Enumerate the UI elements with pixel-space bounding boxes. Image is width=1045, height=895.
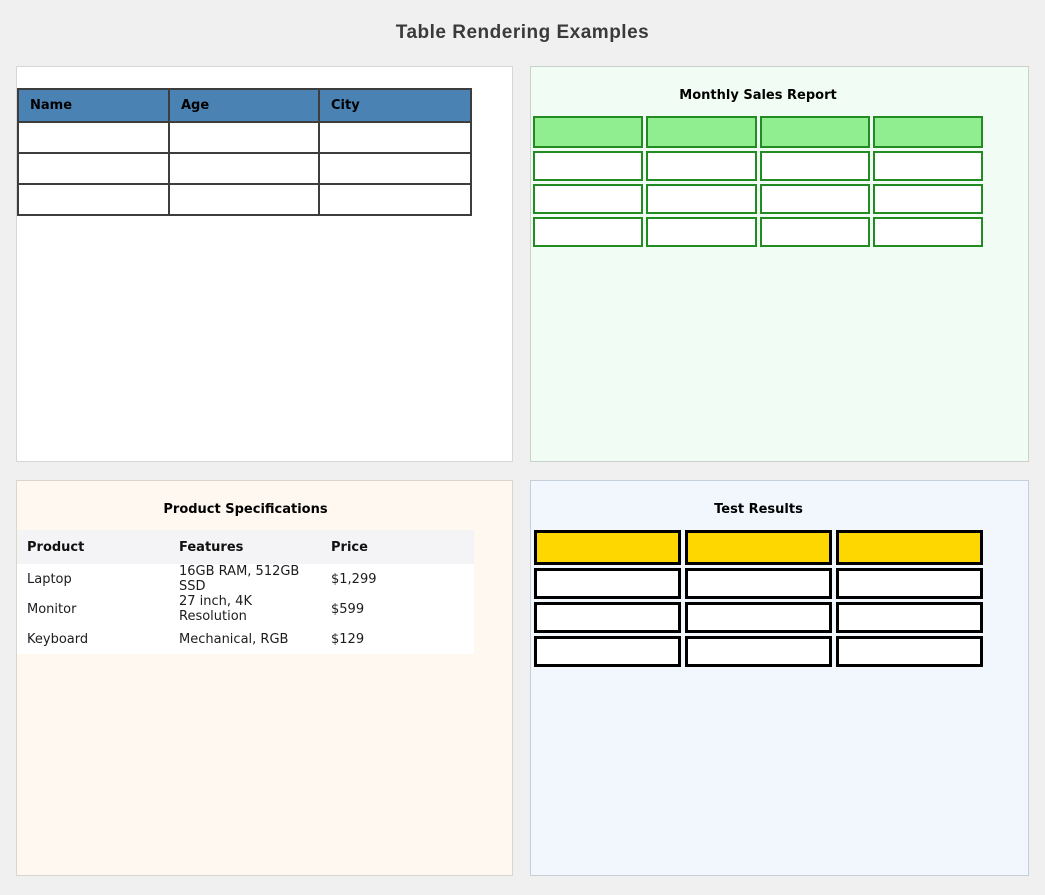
sales-empty-cell: [533, 184, 643, 214]
basic-empty-cell: [319, 122, 471, 153]
sales-empty-cell: [760, 184, 870, 214]
panel-test-results: Test Results: [530, 480, 1029, 876]
basic-empty-cell: [18, 184, 169, 215]
tests-table-wrap: Test Results: [534, 502, 983, 667]
products-title: Product Specifications: [17, 502, 474, 517]
tests-header-cell: [836, 530, 983, 565]
basic-empty-row: [18, 184, 471, 215]
basic-empty-cell: [319, 184, 471, 215]
tests-header-cell: [534, 530, 681, 565]
sales-header-cell: [873, 116, 983, 148]
sales-empty-cell: [646, 217, 756, 247]
tests-title: Test Results: [534, 502, 983, 517]
panel-product-specifications: Product Specifications Product Features …: [16, 480, 513, 876]
tests-empty-cell: [836, 636, 983, 667]
product-price-cell: $1,299: [321, 564, 474, 594]
basic-empty-row: [18, 153, 471, 184]
sales-table: [533, 116, 983, 247]
products-header-price: Price: [321, 530, 474, 564]
panel-basic-table: Name Age City: [16, 66, 513, 462]
products-header-features: Features: [169, 530, 321, 564]
panel-sales-report: Monthly Sales Report: [530, 66, 1029, 462]
tests-empty-cell: [534, 602, 681, 633]
product-price-cell: $129: [321, 624, 474, 654]
products-header-row: Product Features Price: [17, 530, 474, 564]
products-row: Keyboard Mechanical, RGB $129: [17, 624, 474, 654]
basic-empty-cell: [18, 153, 169, 184]
tests-empty-cell: [685, 602, 832, 633]
sales-empty-cell: [646, 151, 756, 181]
basic-empty-cell: [18, 122, 169, 153]
basic-empty-cell: [169, 122, 319, 153]
tests-empty-cell: [836, 602, 983, 633]
basic-empty-cell: [169, 153, 319, 184]
products-table: Product Features Price Laptop 16GB RAM, …: [17, 530, 474, 654]
basic-header-age: Age: [169, 89, 319, 122]
sales-title: Monthly Sales Report: [533, 88, 983, 103]
sales-empty-cell: [646, 184, 756, 214]
basic-table: Name Age City: [17, 88, 472, 216]
tests-empty-cell: [685, 636, 832, 667]
product-features-cell: 16GB RAM, 512GB SSD: [169, 564, 321, 594]
product-price-cell: $599: [321, 594, 474, 624]
products-header-product: Product: [17, 530, 169, 564]
tests-table: [534, 530, 983, 667]
tests-empty-cell: [534, 636, 681, 667]
basic-empty-cell: [169, 184, 319, 215]
products-table-wrap: Product Specifications Product Features …: [17, 502, 474, 654]
page-header: Table Rendering Examples: [0, 0, 1045, 66]
basic-header-city: City: [319, 89, 471, 122]
panels-grid: Name Age City Monthly Sales Report: [0, 66, 1045, 876]
tests-empty-cell: [685, 568, 832, 599]
product-features-cell: 27 inch, 4K Resolution: [169, 594, 321, 624]
basic-header-name: Name: [18, 89, 169, 122]
product-name-cell: Laptop: [17, 564, 169, 594]
sales-table-wrap: Monthly Sales Report: [533, 88, 983, 247]
page-title: Table Rendering Examples: [396, 22, 649, 44]
product-name-cell: Keyboard: [17, 624, 169, 654]
basic-empty-cell: [319, 153, 471, 184]
tests-header-cell: [685, 530, 832, 565]
product-features-cell: Mechanical, RGB: [169, 624, 321, 654]
sales-header-cell: [646, 116, 756, 148]
products-row: Monitor 27 inch, 4K Resolution $599: [17, 594, 474, 624]
basic-header-row: Name Age City: [18, 89, 471, 122]
tests-empty-cell: [534, 568, 681, 599]
tests-empty-cell: [836, 568, 983, 599]
products-row: Laptop 16GB RAM, 512GB SSD $1,299: [17, 564, 474, 594]
sales-empty-cell: [873, 217, 983, 247]
sales-empty-cell: [760, 151, 870, 181]
sales-header-cell: [760, 116, 870, 148]
sales-empty-cell: [760, 217, 870, 247]
product-name-cell: Monitor: [17, 594, 169, 624]
sales-empty-cell: [533, 217, 643, 247]
sales-empty-cell: [533, 151, 643, 181]
basic-empty-row: [18, 122, 471, 153]
sales-header-cell: [533, 116, 643, 148]
sales-empty-cell: [873, 184, 983, 214]
sales-empty-cell: [873, 151, 983, 181]
